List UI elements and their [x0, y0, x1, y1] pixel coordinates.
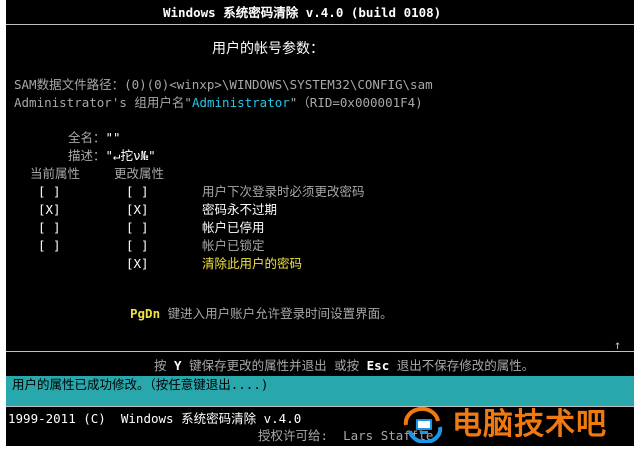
- change-checkbox[interactable]: [ ]: [126, 220, 149, 235]
- instruction-line: 按 Y 键保存更改的属性并退出 或按 Esc 退出不保存修改的属性。: [154, 358, 534, 373]
- esc-key[interactable]: Esc: [367, 358, 390, 373]
- console-screen: Windows 系统密码清除 v.4.0 (build 0108) 用户的帐号参…: [6, 0, 634, 446]
- fullname-value: "": [105, 130, 121, 145]
- y-key[interactable]: Y: [174, 358, 182, 373]
- account-suffix: "（RID=0x000001F4): [289, 95, 423, 110]
- fullname-label: 全名：: [68, 130, 106, 145]
- attribute-label[interactable]: 清除此用户的密码: [202, 256, 302, 271]
- scroll-up-icon: ↑: [614, 338, 622, 352]
- description-value: "↵拕ν№": [105, 148, 156, 163]
- change-checkbox[interactable]: [ ]: [126, 238, 149, 253]
- current-attr-header: 当前属性: [30, 166, 81, 181]
- current-checkbox: [X]: [38, 202, 61, 217]
- change-checkbox[interactable]: [X]: [126, 256, 149, 271]
- attribute-label[interactable]: 用户下次登录时必须更改密码: [202, 184, 365, 199]
- pgdn-line: PgDn 键进入用户账户允许登录时间设置界面。: [130, 306, 393, 321]
- instruction-pre: 按: [154, 358, 175, 373]
- change-checkbox[interactable]: [X]: [126, 202, 149, 217]
- change-checkbox[interactable]: [ ]: [126, 184, 149, 199]
- account-name: Administrator: [191, 95, 290, 110]
- footer-copyright: 1999-2011 (C) Windows 系统密码清除 v.4.0: [8, 411, 302, 426]
- separator-line: [6, 351, 634, 352]
- fullname-row: 全名："": [68, 130, 121, 145]
- status-message: 用户的属性已成功修改。（按任意键退出....): [12, 377, 269, 392]
- pgdn-text: 键进入用户账户允许登录时间设置界面。: [167, 306, 393, 321]
- instruction-mid: 键保存更改的属性并退出 或按: [181, 358, 367, 373]
- description-row: 描述："↵拕ν№": [68, 148, 156, 163]
- current-checkbox: [ ]: [38, 184, 61, 199]
- pgdn-key[interactable]: PgDn: [130, 306, 160, 321]
- current-checkbox: [ ]: [38, 220, 61, 235]
- attribute-label[interactable]: 帐户已停用: [202, 220, 265, 235]
- status-bar: 用户的属性已成功修改。（按任意键退出....): [6, 376, 634, 406]
- current-checkbox: [ ]: [38, 238, 61, 253]
- account-line: Administrator's 组用户名"Administrator"（RID=…: [14, 95, 423, 110]
- description-label: 描述：: [68, 148, 106, 163]
- attribute-label[interactable]: 密码永不过期: [202, 202, 277, 217]
- sam-path: SAM数据文件路径：(0)(0)<winxp>\WINDOWS\SYSTEM32…: [14, 77, 433, 92]
- attribute-label[interactable]: 帐户已锁定: [202, 238, 265, 253]
- title-bar: Windows 系统密码清除 v.4.0 (build 0108): [6, 0, 634, 25]
- account-prefix: Administrator's 组用户名": [14, 95, 192, 110]
- watermark-text: 电脑技术吧: [452, 407, 607, 442]
- window-title: Windows 系统密码清除 v.4.0 (build 0108): [163, 5, 442, 20]
- change-attr-header: 更改属性: [114, 166, 165, 181]
- watermark-logo: 电脑技术吧: [402, 405, 634, 445]
- instruction-post: 退出不保存修改的属性。: [389, 358, 535, 373]
- computer-logo-icon: [403, 407, 443, 443]
- page-heading: 用户的帐号参数：: [212, 41, 324, 57]
